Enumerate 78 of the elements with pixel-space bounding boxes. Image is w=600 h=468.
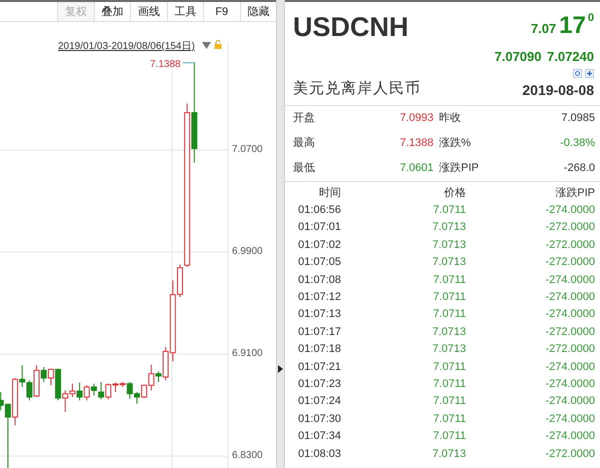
table-cell-text: 7.0711 (432, 360, 466, 375)
table-cell-text: -272.0000 (544, 220, 595, 236)
table-cell-text: -274.0000 (544, 202, 595, 218)
quote-date: 2019-08-08 (522, 80, 594, 100)
table-cell-text: 01:07:13 (297, 307, 341, 322)
stat-label: 开盘 (293, 110, 316, 126)
high-price-label: 7.1388 (150, 58, 181, 72)
table-cell-text: 7.0713 (431, 238, 466, 253)
table-cell-text: -272.0000 (544, 324, 595, 340)
price-axis-label: 6.9100 (232, 348, 263, 360)
stat-label: 涨跌% (439, 136, 472, 150)
table-cell-text: 7.0711 (432, 394, 466, 410)
table-cell-text: 7.0711 (432, 307, 466, 322)
stat-value: -268.0 (562, 160, 595, 176)
table-cell-text: 7.0713 (431, 446, 466, 462)
table-cell-text: 01:07:21 (297, 360, 341, 375)
stat-label: 涨跌PIP (439, 160, 480, 176)
table-cell-text: 01:07:05 (297, 255, 341, 270)
price-axis-label: 7.0700 (232, 144, 263, 156)
table-cell-text: 01:07:02 (297, 238, 341, 253)
table-cell-text: 01:07:12 (297, 290, 341, 305)
stat-value: -0.38% (559, 136, 595, 150)
table-cell-text: 01:08:03 (297, 446, 341, 462)
instrument-name: 美元兑离岸人民币 (293, 79, 421, 99)
table-cell-text: 01:07:08 (297, 272, 341, 288)
table-cell-text: -272.0000 (544, 255, 595, 270)
table-cell-text: 7.0713 (431, 324, 466, 340)
table-cell-text: -274.0000 (544, 307, 595, 322)
table-cell-text: -272.0000 (544, 446, 595, 462)
table-cell-text: -274.0000 (544, 376, 595, 392)
table-cell-text: 7.0711 (432, 202, 466, 218)
last-price: 7.07 17$^{0}$ (530, 11, 594, 41)
table-cell-text: -274.0000 (544, 360, 595, 375)
table-cell-text: 01:07:24 (297, 394, 341, 410)
bid-price: 7.07090 (494, 48, 542, 66)
table-cell-text: 7.0713 (431, 342, 466, 358)
table-cell-text: 7.0711 (432, 376, 466, 392)
table-cell-text: 01:06:56 (297, 202, 341, 218)
table-cell-text: 01:07:01 (297, 220, 341, 236)
table-cell-text: -272.0000 (544, 342, 595, 358)
table-cell-text: -272.0000 (544, 238, 595, 253)
expand-arrow-icon[interactable] (278, 365, 283, 373)
table-cell-text: -274.0000 (544, 272, 595, 288)
table-cell-text: 01:07:17 (297, 324, 341, 340)
column-header: 价格 (443, 186, 466, 200)
lock-icon[interactable] (214, 40, 222, 49)
stat-label: 昨收 (439, 110, 462, 126)
stat-label: 最高 (293, 136, 316, 150)
column-header: 涨跌PIP (554, 186, 595, 200)
ask-price: 7.07240 (547, 48, 594, 66)
table-cell-text: 01:07:34 (297, 429, 341, 444)
table-cell-text: 7.0711 (432, 412, 466, 427)
stat-value: 7.1388 (398, 136, 434, 150)
table-cell-text: 7.0711 (432, 272, 466, 288)
table-cell-text: -274.0000 (544, 290, 595, 305)
table-cell-text: -274.0000 (544, 394, 595, 410)
stat-value: 7.0601 (398, 160, 434, 176)
table-cell-text: 01:07:23 (297, 376, 341, 392)
add-icon[interactable] (585, 69, 594, 78)
leader-line (182, 62, 194, 64)
stat-label: 最低 (293, 160, 316, 176)
table-cell-text: 7.0711 (432, 429, 466, 444)
table-cell-text: -274.0000 (544, 429, 595, 444)
table-cell-text: 7.0713 (431, 220, 466, 236)
column-header: 时间 (318, 186, 341, 200)
stat-value: 7.0993 (398, 110, 434, 126)
table-cell-text: 7.0713 (431, 255, 466, 270)
price-axis-label: 6.9900 (232, 246, 263, 258)
price-axis-label: 6.8300 (232, 450, 263, 462)
date-range-label: 2019/01/03-2019/08/06(154日) (58, 40, 195, 54)
alert-icon[interactable] (573, 69, 582, 78)
symbol-title: USDCNH (293, 14, 409, 40)
stat-value: 7.0985 (560, 110, 595, 126)
table-cell-text: -274.0000 (544, 412, 595, 427)
table-cell-text: 01:07:18 (297, 342, 341, 358)
dropdown-icon[interactable] (202, 42, 211, 49)
table-cell-text: 7.0711 (432, 290, 466, 305)
table-cell-text: 01:07:30 (297, 412, 341, 427)
